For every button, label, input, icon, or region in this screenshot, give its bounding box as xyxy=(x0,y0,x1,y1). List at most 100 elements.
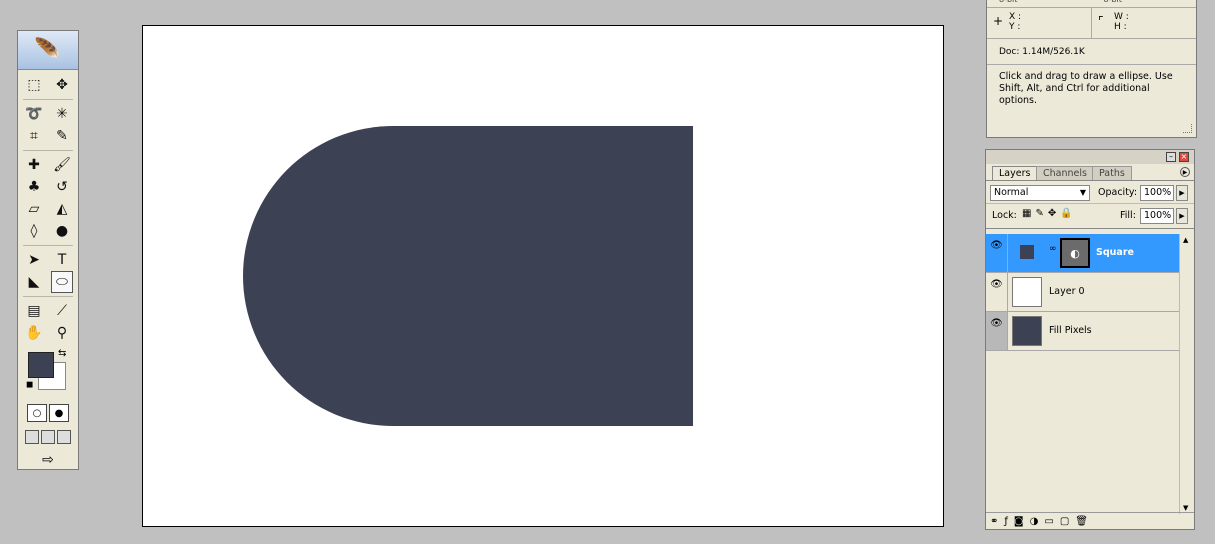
full-screen-menu-button[interactable] xyxy=(41,430,55,444)
blend-mode-select[interactable]: Normal ▼ xyxy=(990,185,1090,201)
crosshair-icon: + xyxy=(993,14,1004,28)
tool-separator xyxy=(23,99,73,100)
size-icon: ⌜ xyxy=(1098,14,1104,28)
dodge-icon[interactable]: ● xyxy=(51,220,73,242)
fill-label: Fill: xyxy=(1120,210,1136,221)
brush-icon[interactable]: 🖌 xyxy=(51,154,73,176)
layer-list: 👁 ∞ ◐ Square 👁 Layer 0 👁 Fill Pixels xyxy=(986,234,1179,504)
lock-icons: ▦ ✎ ✥ 🔒 xyxy=(1022,208,1073,219)
close-icon[interactable]: × xyxy=(1179,152,1189,162)
tool-grid: ⬚ ✥ ➰ ✳ ⌗ ✎ ✚ 🖌 ♣ ↺ ▱ ◭ ◊ ● ➤ T ◣ ⬭ ▤ ⟋ ✋ ⚲ xyxy=(18,74,78,344)
clone-stamp-icon[interactable]: ♣ xyxy=(23,176,45,198)
trash-icon[interactable]: 🗑 xyxy=(1075,516,1088,527)
jump-to-imageready-icon[interactable]: ⇨ xyxy=(18,452,78,468)
blur-icon[interactable]: ◊ xyxy=(23,220,45,242)
link-layers-icon[interactable]: ⚭ xyxy=(990,516,998,527)
fill-thumbnail xyxy=(1012,238,1042,268)
opacity-slider-arrow-icon[interactable]: ▶ xyxy=(1176,185,1188,201)
visibility-eye-icon[interactable]: 👁 xyxy=(986,312,1008,350)
blend-mode-value: Normal xyxy=(994,187,1029,198)
layers-titlebar[interactable]: – × xyxy=(986,150,1194,164)
pen-icon[interactable]: ◣ xyxy=(23,271,45,293)
hand-icon[interactable]: ✋ xyxy=(23,322,45,344)
tool-hint: Click and drag to draw a ellipse. Use Sh… xyxy=(999,71,1173,106)
foreground-color-swatch[interactable] xyxy=(28,352,54,378)
toolbox-header[interactable]: 🪶 xyxy=(18,31,78,70)
healing-brush-icon[interactable]: ✚ xyxy=(23,154,45,176)
default-colors-icon[interactable]: ◼ xyxy=(26,380,33,390)
move-icon[interactable]: ✥ xyxy=(51,74,73,96)
layer-row-fill-pixels[interactable]: 👁 Fill Pixels xyxy=(986,312,1179,351)
x-label: X : xyxy=(1009,12,1022,22)
scroll-down-icon[interactable]: ▼ xyxy=(1183,504,1188,512)
tool-separator xyxy=(23,150,73,151)
blend-options-row: Normal ▼ Opacity: 100% ▶ xyxy=(986,181,1194,204)
h-label: H : xyxy=(1114,22,1127,32)
new-group-icon[interactable]: ▭ xyxy=(1044,516,1053,527)
scroll-up-icon[interactable]: ▲ xyxy=(1183,236,1188,244)
marquee-icon[interactable]: ⬚ xyxy=(23,74,45,96)
new-layer-icon[interactable]: ▢ xyxy=(1060,516,1069,527)
bit-depth-row: 8-bit 8-bit xyxy=(987,0,1196,8)
crop-icon[interactable]: ⌗ xyxy=(23,125,45,147)
history-brush-icon[interactable]: ↺ xyxy=(51,176,73,198)
standard-mode-button[interactable]: ○ xyxy=(27,404,47,422)
feather-logo-icon: 🪶 xyxy=(34,37,62,63)
layer-name: Layer 0 xyxy=(1049,286,1085,297)
standard-screen-button[interactable] xyxy=(25,430,39,444)
lock-position-icon[interactable]: ✥ xyxy=(1048,208,1056,219)
y-label: Y : xyxy=(1009,22,1021,32)
lock-label: Lock: xyxy=(992,210,1017,221)
layer-thumbnail xyxy=(1012,316,1042,346)
visibility-eye-icon[interactable]: 👁 xyxy=(986,273,1008,311)
swap-colors-icon[interactable]: ⇆ xyxy=(58,348,66,359)
add-mask-icon[interactable]: ◙ xyxy=(1014,516,1024,527)
visibility-eye-icon[interactable]: 👁 xyxy=(986,234,1008,272)
layers-scrollbar[interactable]: ▲ ▼ xyxy=(1179,234,1195,514)
tool-separator xyxy=(23,296,73,297)
tool-separator xyxy=(23,245,73,246)
document-canvas[interactable] xyxy=(142,25,944,527)
tab-layers[interactable]: Layers xyxy=(992,166,1038,180)
fill-input[interactable]: 100% xyxy=(1140,208,1174,224)
lasso-icon[interactable]: ➰ xyxy=(23,103,45,125)
slice-icon[interactable]: ✎ xyxy=(51,125,73,147)
resize-grip-icon[interactable] xyxy=(1183,124,1192,133)
layers-panel: – × Layers Channels Paths ▶ Normal ▼ Opa… xyxy=(985,149,1195,530)
panel-menu-icon[interactable]: ▶ xyxy=(1180,167,1190,177)
minimize-icon[interactable]: – xyxy=(1166,152,1176,162)
layer-name: Square xyxy=(1096,247,1134,258)
notes-icon[interactable]: ▤ xyxy=(23,300,45,322)
vector-mask-thumbnail[interactable]: ◐ xyxy=(1060,238,1090,268)
rounded-shape[interactable] xyxy=(243,126,693,426)
bit-depth-left: 8-bit xyxy=(987,0,1092,7)
opacity-input[interactable]: 100% xyxy=(1140,185,1174,201)
info-panel: 8-bit 8-bit + X : Y : ⌜ W : H : Doc: 1.1… xyxy=(986,0,1197,138)
doc-size: Doc: 1.14M/526.1K xyxy=(987,39,1196,65)
tab-paths[interactable]: Paths xyxy=(1092,166,1132,180)
eyedropper-icon[interactable]: ⟋ xyxy=(51,300,73,322)
magic-wand-icon[interactable]: ✳ xyxy=(51,103,73,125)
quick-mask-button[interactable]: ● xyxy=(49,404,69,422)
eraser-icon[interactable]: ▱ xyxy=(23,198,45,220)
paint-bucket-icon[interactable]: ◭ xyxy=(51,198,73,220)
fill-slider-arrow-icon[interactable]: ▶ xyxy=(1176,208,1188,224)
zoom-icon[interactable]: ⚲ xyxy=(51,322,73,344)
lock-image-icon[interactable]: ✎ xyxy=(1035,208,1043,219)
type-icon[interactable]: T xyxy=(51,249,73,271)
layer-style-icon[interactable]: ƒ xyxy=(1004,516,1008,527)
ellipse-shape-icon[interactable]: ⬭ xyxy=(51,271,73,293)
xy-readout: + X : Y : xyxy=(987,8,1092,38)
adjustment-layer-icon[interactable]: ◑ xyxy=(1030,516,1039,527)
path-selection-icon[interactable]: ➤ xyxy=(23,249,45,271)
full-screen-button[interactable] xyxy=(57,430,71,444)
layer-row-square[interactable]: 👁 ∞ ◐ Square xyxy=(986,234,1179,273)
panel-tabs: Layers Channels Paths ▶ xyxy=(986,164,1194,181)
link-icon[interactable]: ∞ xyxy=(1049,244,1057,254)
tab-channels[interactable]: Channels xyxy=(1036,166,1094,180)
lock-transparent-icon[interactable]: ▦ xyxy=(1022,208,1031,219)
color-swatches: ⇆ ◼ xyxy=(18,348,78,398)
lock-all-icon[interactable]: 🔒 xyxy=(1060,208,1072,219)
layer-row-layer-0[interactable]: 👁 Layer 0 xyxy=(986,273,1179,312)
w-label: W : xyxy=(1114,12,1129,22)
